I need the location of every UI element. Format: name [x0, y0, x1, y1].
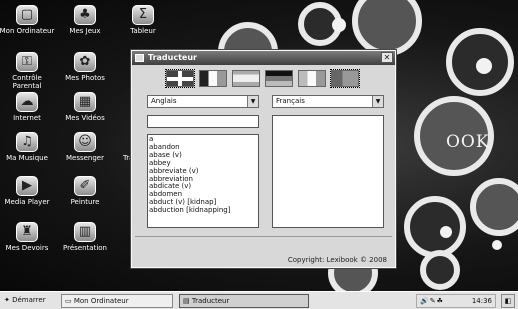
desktop-icon-label: Messenger: [65, 154, 104, 162]
wallpaper-dot: [440, 226, 452, 238]
wallpaper-dot: [332, 18, 346, 32]
desktop-icon-label: Mes Photos: [65, 74, 105, 82]
presentation-icon: ▥: [74, 222, 96, 242]
desktop-icon[interactable]: ⚿ Contrôle Parental: [0, 52, 56, 90]
translator-window: Traducteur ✕ Anglais ▼ Français ▼ a aband…: [130, 49, 397, 269]
translator-icon: ▤: [183, 297, 190, 305]
word-list[interactable]: a abandon abase (v) abbey abbreviate (v) abbr…: [147, 134, 259, 228]
chevron-down-icon[interactable]: ▼: [372, 96, 383, 107]
desktop-icon-label: Media Player: [4, 198, 50, 206]
homework-icon: ♜: [16, 222, 38, 242]
target-language-select[interactable]: Français ▼: [272, 95, 384, 108]
portuguese-flag-icon[interactable]: [330, 69, 360, 88]
copyright-text: Copyright: Lexibook © 2008: [287, 256, 387, 264]
italian-flag-icon[interactable]: [298, 70, 326, 87]
computer-icon: ▢: [16, 5, 38, 25]
desktop-icon[interactable]: ♜ Mes Devoirs: [0, 222, 56, 252]
paint-icon: ✐: [74, 176, 96, 196]
desktop-icon[interactable]: ✐ Peinture: [56, 176, 114, 206]
tray-icons[interactable]: 🔊✎☘: [420, 295, 444, 307]
english-flag-icon[interactable]: [165, 69, 195, 88]
desktop-icon[interactable]: ▶ Media Player: [0, 176, 56, 206]
taskbar-item-label: Traducteur: [191, 297, 230, 305]
lock-icon: ⚿: [16, 52, 38, 72]
window-titlebar[interactable]: Traducteur ✕: [132, 51, 395, 65]
spreadsheet-icon: Σ: [132, 5, 154, 25]
videos-icon: ▦: [74, 92, 96, 112]
desktop-icon[interactable]: ✿ Mes Photos: [56, 52, 114, 82]
source-language-select[interactable]: Anglais ▼: [147, 95, 259, 108]
desktop-icon-label: Tableur: [130, 27, 156, 35]
chevron-down-icon[interactable]: ▼: [247, 96, 258, 107]
wallpaper-blob: [404, 196, 466, 258]
app-icon: [135, 54, 144, 62]
desktop-icon-label: Mes Vidéos: [65, 114, 105, 122]
desktop-icon[interactable]: ♣ Mes Jeux: [56, 5, 114, 35]
games-icon: ♣: [74, 5, 96, 25]
desktop-icon-label: Internet: [13, 114, 41, 122]
wallpaper-blob: [420, 250, 460, 290]
show-desktop-icon[interactable]: ◧: [501, 294, 515, 308]
source-language-value: Anglais: [151, 97, 177, 105]
desktop-icon-label: Mes Devoirs: [5, 244, 49, 252]
wallpaper-blob: [352, 0, 422, 56]
spanish-flag-icon[interactable]: [232, 70, 260, 87]
desktop-icon-label: Présentation: [63, 244, 107, 252]
desktop-icon[interactable]: ♫ Ma Musique: [0, 132, 56, 162]
desktop-icon-label: Peinture: [70, 198, 100, 206]
close-button[interactable]: ✕: [381, 52, 393, 63]
taskbar-item-mon-ordinateur[interactable]: ▭ Mon Ordinateur: [61, 294, 173, 308]
wallpaper-dot: [476, 58, 492, 74]
wallpaper-blob: [470, 178, 518, 236]
desktop-icon[interactable]: ▢ Mon Ordinateur: [0, 5, 56, 35]
german-flag-icon[interactable]: [265, 70, 293, 87]
media-player-icon: ▶: [16, 176, 38, 196]
wallpaper-brand-text: OOK: [446, 132, 490, 152]
start-button[interactable]: ✦ Démarrer: [1, 294, 59, 308]
window-title: Traducteur: [148, 53, 197, 62]
start-icon: ✦: [4, 296, 10, 304]
start-label: Démarrer: [12, 296, 46, 304]
wallpaper-dot: [492, 240, 502, 250]
music-icon: ♫: [16, 132, 38, 152]
desktop-icon[interactable]: Σ Tableur: [114, 5, 172, 35]
desktop-icon-label: Mes Jeux: [69, 27, 101, 35]
computer-icon: ▭: [65, 297, 72, 305]
desktop-icon-label: Contrôle Parental: [12, 74, 42, 90]
internet-icon: ☁: [16, 92, 38, 112]
french-flag-icon[interactable]: [199, 70, 227, 87]
taskbar-item-traducteur[interactable]: ▤ Traducteur: [179, 294, 309, 308]
clock[interactable]: 14:36: [472, 297, 492, 305]
translation-output[interactable]: [272, 115, 384, 228]
photos-icon: ✿: [74, 52, 96, 72]
desktop-icon[interactable]: ☁ Internet: [0, 92, 56, 122]
desktop-icon[interactable]: ▥ Présentation: [56, 222, 114, 252]
desktop-icon-label: Ma Musique: [6, 154, 48, 162]
taskbar: ✦ Démarrer ▭ Mon Ordinateur ▤ Traducteur…: [0, 291, 518, 309]
taskbar-item-label: Mon Ordinateur: [73, 297, 129, 305]
list-item[interactable]: abduction [kidnapping]: [149, 206, 257, 215]
word-input[interactable]: [147, 115, 259, 128]
desktop-icon[interactable]: ☺ Messenger: [56, 132, 114, 162]
system-tray: 🔊✎☘ 14:36: [416, 294, 496, 308]
desktop-icon-label: Mon Ordinateur: [0, 27, 55, 35]
messenger-icon: ☺: [74, 132, 96, 152]
desktop-icon[interactable]: ▦ Mes Vidéos: [56, 92, 114, 122]
status-separator: [135, 236, 392, 237]
target-language-value: Français: [276, 97, 305, 105]
